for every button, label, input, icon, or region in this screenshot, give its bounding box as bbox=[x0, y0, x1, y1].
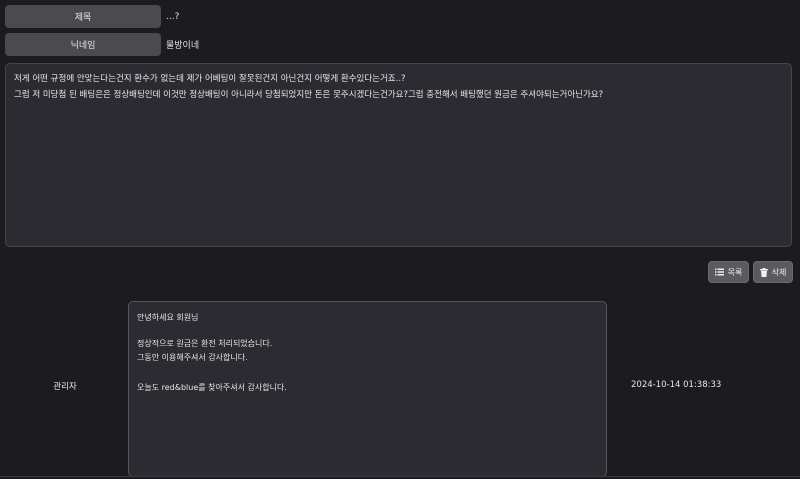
post-content-line: 저게 어떤 규정에 안맞는다는건지 환수가 없는데 제가 어베팅이 잘못된건지 … bbox=[14, 74, 406, 84]
nickname-value: 물방이네 bbox=[166, 41, 200, 51]
list-icon bbox=[714, 268, 724, 276]
reply-line: 오늘도 red&blue를 찾아주셔서 감사합니다. bbox=[137, 383, 287, 392]
list-button-label: 목록 bbox=[727, 267, 743, 277]
reply-row: 관리자 안녕하세요 회원님 정상적으로 원금은 환전 처리되었습니다. 그동안 … bbox=[0, 294, 800, 479]
post-content-line: 그럼 저 미당첨 된 배팅은은 정상배팅인데 이것만 정상배팅이 아니라서 당첨… bbox=[14, 90, 604, 100]
trash-icon bbox=[759, 267, 768, 277]
post-content-box: 저게 어떤 규정에 안맞는다는건지 환수가 없는데 제가 어베팅이 잘못된건지 … bbox=[5, 63, 792, 247]
reply-author: 관리자 bbox=[53, 382, 77, 392]
delete-button[interactable]: 삭제 bbox=[753, 261, 793, 283]
delete-button-label: 삭제 bbox=[771, 267, 787, 277]
nickname-label: 닉네임 bbox=[5, 33, 161, 56]
reply-content-box: 안녕하세요 회원님 정상적으로 원금은 환전 처리되었습니다. 그동안 이용해주… bbox=[128, 301, 607, 477]
reply-line: 안녕하세요 회원님 bbox=[137, 313, 199, 322]
title-label: 제목 bbox=[5, 5, 161, 28]
list-button[interactable]: 목록 bbox=[708, 261, 749, 283]
divider bbox=[0, 476, 800, 477]
reply-line: 정상적으로 원금은 환전 처리되었습니다. bbox=[137, 339, 273, 348]
title-value: ...? bbox=[166, 11, 180, 22]
reply-line: 그동안 이용해주셔서 감사합니다. bbox=[137, 353, 248, 362]
reply-timestamp: 2024-10-14 01:38:33 bbox=[631, 380, 722, 390]
